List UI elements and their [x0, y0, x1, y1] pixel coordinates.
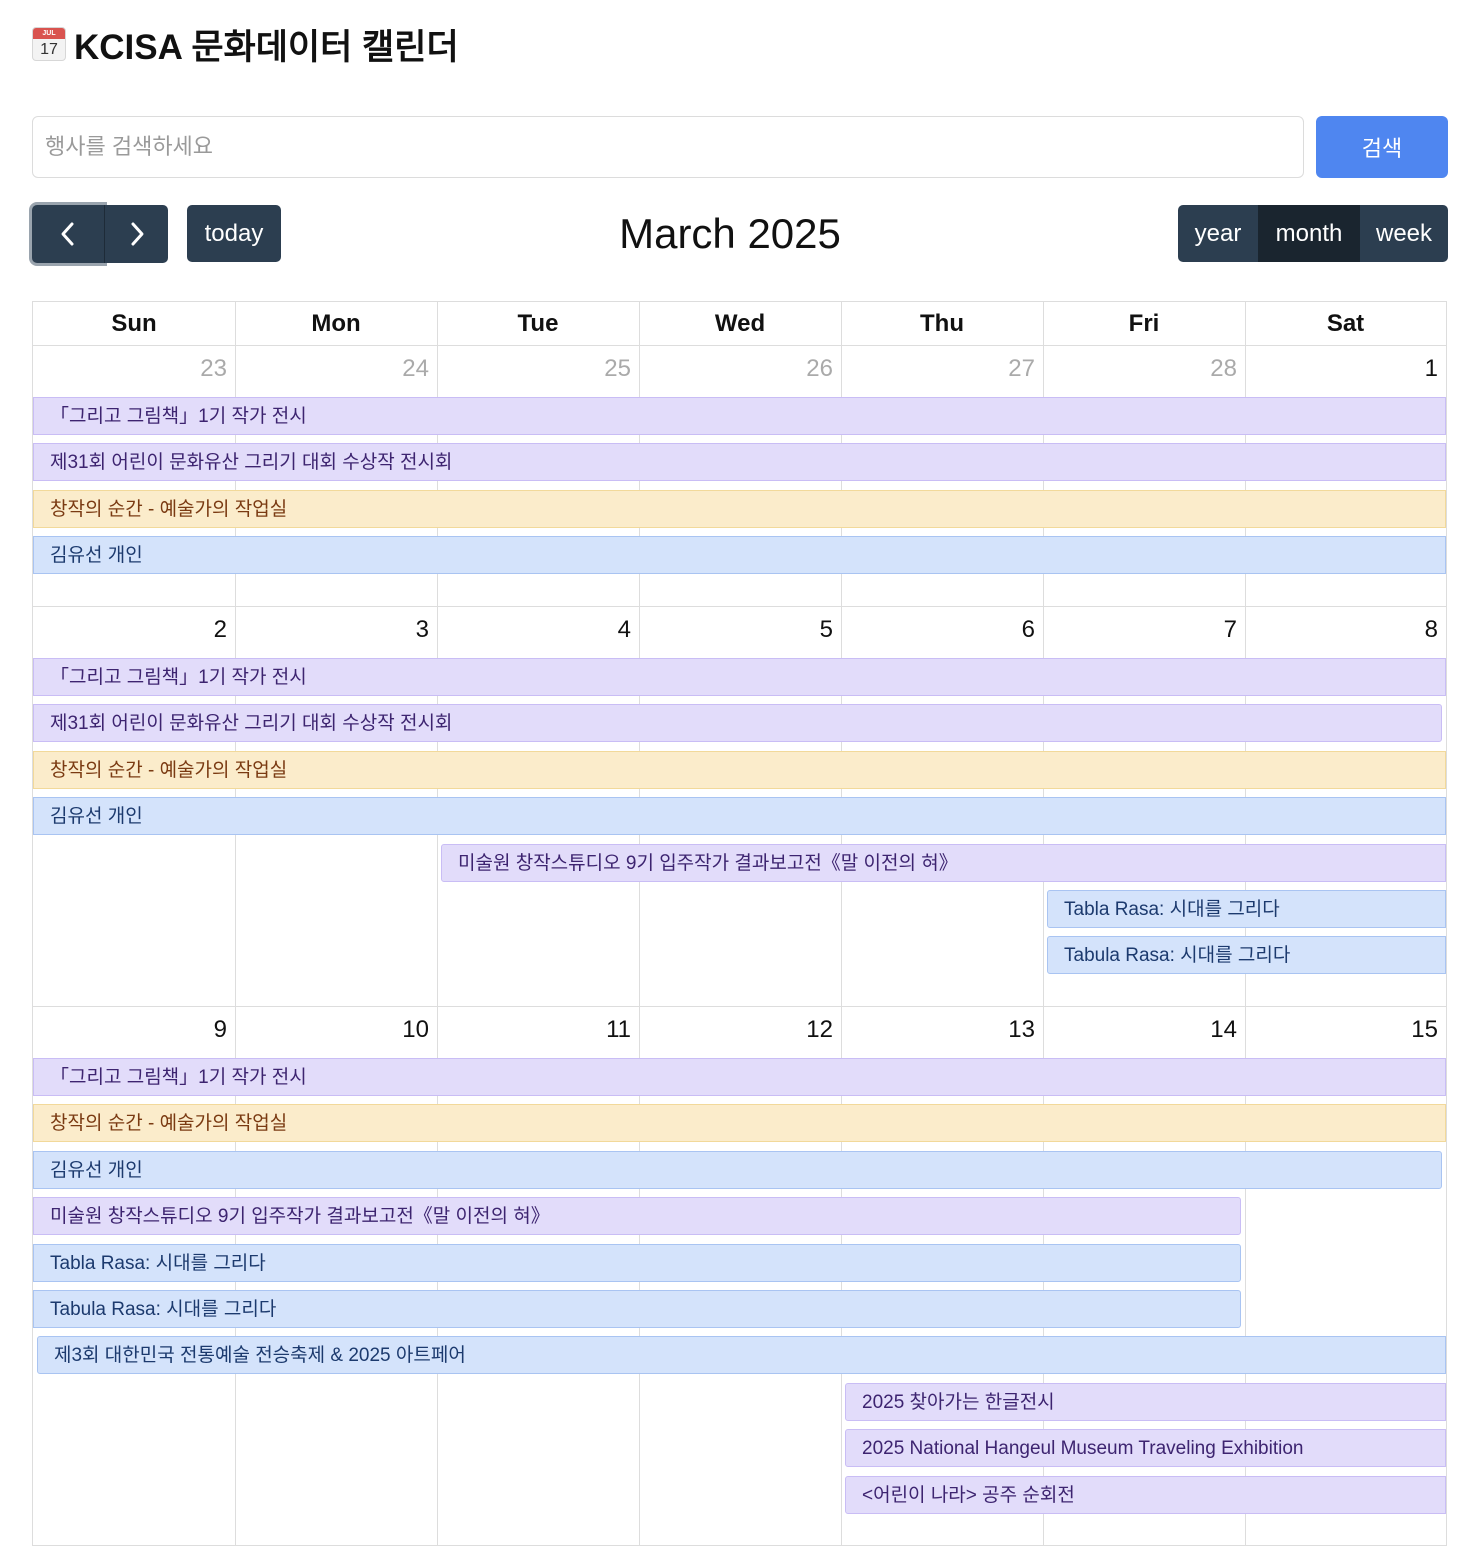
search-button[interactable]: 검색 [1316, 116, 1448, 178]
grid-row-divider [33, 345, 1446, 346]
day-number[interactable]: 12 [793, 1016, 833, 1044]
day-number[interactable]: 24 [389, 355, 429, 383]
prev-button[interactable] [32, 205, 104, 263]
calendar-event[interactable]: <어린이 나라> 공주 순회전 [845, 1476, 1446, 1514]
view-month-button[interactable]: month [1258, 205, 1360, 262]
day-number[interactable]: 14 [1197, 1016, 1237, 1044]
day-number[interactable]: 2 [187, 616, 227, 644]
weekday-header-fri: Fri [1128, 310, 1160, 337]
weekday-header-tue: Tue [517, 310, 559, 337]
view-switcher: year month week [1178, 205, 1448, 262]
day-number[interactable]: 26 [793, 355, 833, 383]
next-button[interactable] [104, 205, 168, 263]
calendar-event[interactable]: 제31회 어린이 문화유산 그리기 대회 수상작 전시회 [33, 443, 1446, 481]
calendar-event[interactable]: 김유선 개인 [33, 536, 1446, 574]
calendar-event[interactable]: 「그리고 그림책」1기 작가 전시 [33, 1058, 1446, 1096]
view-week-button[interactable]: week [1360, 205, 1448, 262]
day-number[interactable]: 10 [389, 1016, 429, 1044]
day-number[interactable]: 25 [591, 355, 631, 383]
day-number[interactable]: 23 [187, 355, 227, 383]
day-number[interactable]: 1 [1398, 355, 1438, 383]
search-input[interactable] [32, 116, 1304, 178]
calendar-event[interactable]: 미술원 창작스튜디오 9기 입주작가 결과보고전《말 이전의 혀》 [33, 1197, 1241, 1235]
day-number[interactable]: 5 [793, 616, 833, 644]
grid-row-divider [33, 606, 1446, 607]
chevron-right-icon [131, 222, 143, 246]
calendar-event[interactable]: 김유선 개인 [33, 797, 1446, 835]
calendar-event[interactable]: 미술원 창작스튜디오 9기 입주작가 결과보고전《말 이전의 혀》 [441, 844, 1446, 882]
grid-row-divider [33, 1006, 1446, 1007]
day-number[interactable]: 7 [1197, 616, 1237, 644]
day-number[interactable]: 13 [995, 1016, 1035, 1044]
day-number[interactable]: 27 [995, 355, 1035, 383]
calendar-event[interactable]: 2025 찾아가는 한글전시 [845, 1383, 1446, 1421]
calendar-event[interactable]: 창작의 순간 - 예술가의 작업실 [33, 1104, 1446, 1142]
chevron-left-icon [61, 222, 74, 246]
calendar-event[interactable]: Tabla Rasa: 시대를 그리다 [33, 1244, 1241, 1282]
calendar-icon: JUL 17 [32, 27, 66, 61]
calendar-event[interactable]: 제31회 어린이 문화유산 그리기 대회 수상작 전시회 [33, 704, 1442, 742]
day-number[interactable]: 28 [1197, 355, 1237, 383]
calendar-event[interactable]: Tabula Rasa: 시대를 그리다 [33, 1290, 1241, 1328]
day-number[interactable]: 4 [591, 616, 631, 644]
calendar-event[interactable]: 「그리고 그림책」1기 작가 전시 [33, 658, 1446, 696]
weekday-header-sun: Sun [111, 310, 157, 337]
calendar-event[interactable]: 제3회 대한민국 전통예술 전승축제 & 2025 아트페어 [37, 1336, 1446, 1374]
weekday-header-sat: Sat [1326, 310, 1365, 337]
view-year-button[interactable]: year [1178, 205, 1258, 262]
day-number[interactable]: 3 [389, 616, 429, 644]
month-title: March 2025 [619, 210, 841, 257]
calendar-event[interactable]: 창작의 순간 - 예술가의 작업실 [33, 490, 1446, 528]
day-number[interactable]: 15 [1398, 1016, 1438, 1044]
weekday-header-wed: Wed [714, 310, 766, 337]
weekday-header-mon: Mon [311, 310, 361, 337]
day-number[interactable]: 9 [187, 1016, 227, 1044]
day-number[interactable]: 8 [1398, 616, 1438, 644]
calendar-event[interactable]: Tabula Rasa: 시대를 그리다 [1047, 936, 1446, 974]
weekday-header-thu: Thu [920, 310, 964, 337]
calendar-grid: Sun Mon Tue Wed Thu Fri Sat 23 24 25 26 27 28 1 「그리고 그… [32, 301, 1447, 1546]
calendar-event[interactable]: 2025 National Hangeul Museum Traveling E… [845, 1429, 1446, 1467]
calendar-event[interactable]: 「그리고 그림책」1기 작가 전시 [33, 397, 1446, 435]
page-title-text: KCISA 문화데이터 캘린더 [74, 27, 459, 67]
today-button[interactable]: today [187, 205, 281, 262]
day-number[interactable]: 6 [995, 616, 1035, 644]
calendar-event[interactable]: Tabla Rasa: 시대를 그리다 [1047, 890, 1446, 928]
page-title: JUL 17 KCISA 문화데이터 캘린더 [32, 22, 459, 67]
calendar-event[interactable]: 창작의 순간 - 예술가의 작업실 [33, 751, 1446, 789]
day-number[interactable]: 11 [591, 1016, 631, 1044]
calendar-event[interactable]: 김유선 개인 [33, 1151, 1442, 1189]
prev-next-group [32, 205, 168, 263]
